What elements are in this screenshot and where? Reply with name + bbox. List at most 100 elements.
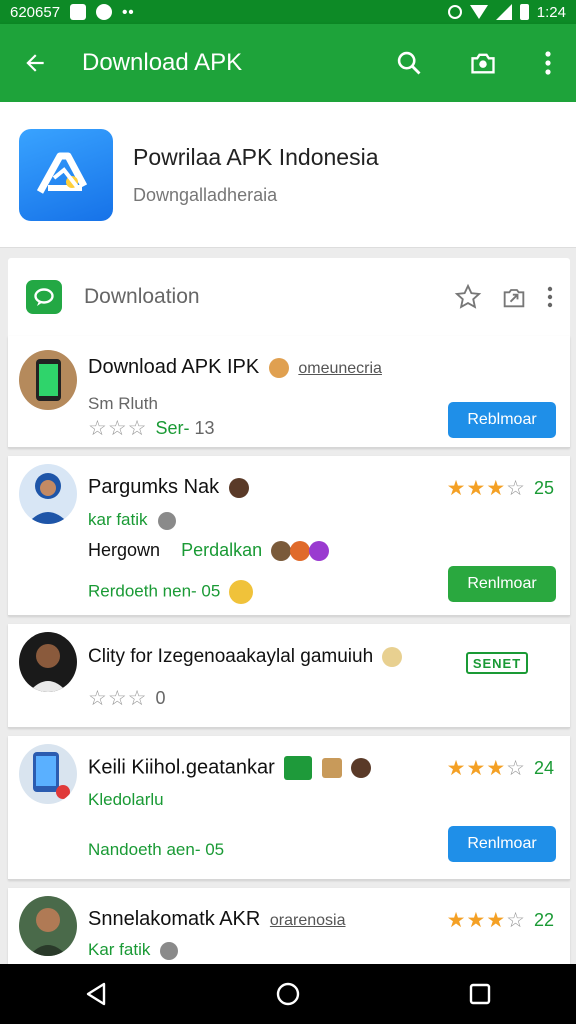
section-actions xyxy=(454,283,554,311)
list-item[interactable]: Download APK IPK omeunecria Sm Rluth ☆ ☆… xyxy=(8,336,570,448)
more-vert-icon[interactable] xyxy=(546,286,554,308)
item-detail: Hergown Perdalkan xyxy=(88,540,330,562)
section-header: Downloation xyxy=(8,258,570,336)
rating-stars: ★ ★ ★ ☆ 24 xyxy=(447,758,554,779)
download-list: Downloation Download APK IPK omeunecria … xyxy=(8,258,570,986)
chat-badge-icon xyxy=(26,280,62,314)
avatar xyxy=(19,896,77,956)
item-subtitle: Kar fatik xyxy=(88,940,179,960)
rating-stars: ★ ★ ★ ☆ 22 xyxy=(447,910,554,931)
item-title: Keili Kiihol.geatankar xyxy=(88,756,372,780)
star-outline-icon[interactable] xyxy=(454,283,482,311)
star-icon: ★ xyxy=(466,477,486,500)
app-header: Powrilaa APK Indonesia Downgalladheraia xyxy=(0,102,576,248)
star-icon: ★ xyxy=(486,909,506,932)
overflow-menu-button[interactable] xyxy=(520,24,576,102)
rating-value: 0 xyxy=(155,688,166,708)
wifi-icon xyxy=(469,5,488,19)
app-bar: Download APK xyxy=(0,24,576,102)
item-subtitle: kar fatik xyxy=(88,510,176,530)
signal-icon xyxy=(495,4,512,20)
rating-value: 13 xyxy=(194,418,215,438)
nav-recents-button[interactable] xyxy=(440,964,520,1024)
download-button[interactable]: Renlmoar xyxy=(448,566,556,602)
star-icon: ☆ xyxy=(506,909,525,932)
info-icon xyxy=(157,511,176,530)
star-icon: ★ xyxy=(446,909,466,932)
emoji-icon xyxy=(382,646,403,667)
star-icon: ☆ xyxy=(107,687,127,710)
status-right: 1:24 xyxy=(447,4,566,21)
back-button[interactable] xyxy=(0,24,70,102)
list-item[interactable]: Clity for Izegenoaakaylal gamuiuh SENET … xyxy=(8,624,570,728)
emoji-icon xyxy=(321,758,342,778)
item-title: Clity for Izegenoaakaylal gamuiuh xyxy=(88,646,403,668)
star-icon: ☆ xyxy=(88,687,107,710)
app-logo xyxy=(19,128,113,221)
battery-icon xyxy=(519,4,529,20)
rating-label: Ser- xyxy=(155,418,190,438)
item-subtitle: Kledolarlu xyxy=(88,790,164,809)
rating-stars: ☆ ☆ ☆ 0 xyxy=(88,688,166,709)
download-button[interactable]: Renlmoar xyxy=(448,826,556,862)
star-icon: ★ xyxy=(446,757,466,780)
avatar xyxy=(19,632,77,692)
star-icon: ★ xyxy=(486,757,506,780)
item-title: Download APK IPK omeunecria xyxy=(88,356,382,378)
item-subtitle: Sm Rluth xyxy=(88,394,158,413)
section-title: Downloation xyxy=(84,285,200,308)
emoji-icon xyxy=(290,541,311,562)
emoji-icon xyxy=(268,357,289,378)
avatar xyxy=(19,464,77,524)
camera-button[interactable] xyxy=(446,24,520,102)
star-icon: ★ xyxy=(486,477,506,500)
back-arrow-icon xyxy=(26,54,44,72)
rating-stars: ☆ ☆ ☆ Ser- 13 xyxy=(88,418,215,439)
back-triangle-icon xyxy=(86,982,106,1006)
star-icon: ☆ xyxy=(127,417,147,440)
app-bar-title: Download APK xyxy=(82,49,243,76)
status-bar: 620657 •• 1:24 xyxy=(0,0,576,24)
alarm-icon xyxy=(447,5,462,19)
notification-check-icon xyxy=(70,4,87,20)
item-link[interactable]: orarenosia xyxy=(270,912,346,929)
app-subtitle: Downgalladheraia xyxy=(133,184,278,205)
share-icon[interactable] xyxy=(500,283,528,311)
emoji-icon xyxy=(229,580,254,604)
list-item[interactable]: Keili Kiihol.geatankar ★ ★ ★ ☆ 24 Kledol… xyxy=(8,736,570,880)
rating-value: 25 xyxy=(533,478,554,498)
emoji-icon xyxy=(271,541,292,562)
search-button[interactable] xyxy=(372,24,446,102)
emoji-icon xyxy=(228,477,249,498)
status-left: 620657 •• xyxy=(10,4,135,21)
list-item[interactable]: Pargumks Nak ★ ★ ★ ☆ 25 kar fatik Hergow… xyxy=(8,456,570,616)
app-thumbnail xyxy=(19,744,77,804)
more-notifications-icon: •• xyxy=(122,3,135,21)
app-name: Powrilaa APK Indonesia xyxy=(133,143,379,170)
info-icon xyxy=(160,941,179,960)
nav-home-button[interactable] xyxy=(248,964,328,1024)
star-icon: ☆ xyxy=(107,417,127,440)
star-icon: ★ xyxy=(466,757,486,780)
rating-stars: ★ ★ ★ ☆ 25 xyxy=(447,478,554,499)
item-meta: Nandoeth aen- 05 xyxy=(88,840,225,859)
recents-square-icon xyxy=(469,983,491,1005)
item-link[interactable]: omeunecria xyxy=(298,360,382,377)
status-text: 620657 xyxy=(10,3,61,21)
star-icon: ☆ xyxy=(506,477,525,500)
status-tag: SENET xyxy=(466,652,528,674)
app-header-text: Powrilaa APK Indonesia Downgalladheraia xyxy=(133,144,379,206)
emoji-icon xyxy=(351,758,372,778)
star-icon: ★ xyxy=(446,477,466,500)
more-vert-icon xyxy=(545,51,551,75)
camera-icon xyxy=(471,53,495,74)
rating-value: 22 xyxy=(533,910,554,930)
emoji-icon xyxy=(309,541,330,562)
notification-circle-icon xyxy=(96,4,113,20)
app-bar-actions xyxy=(372,24,576,102)
download-button[interactable]: Reblmoar xyxy=(448,402,556,438)
star-icon: ★ xyxy=(466,909,486,932)
star-icon: ☆ xyxy=(88,417,107,440)
rating-value: 24 xyxy=(533,758,554,778)
nav-back-button[interactable] xyxy=(56,964,136,1024)
